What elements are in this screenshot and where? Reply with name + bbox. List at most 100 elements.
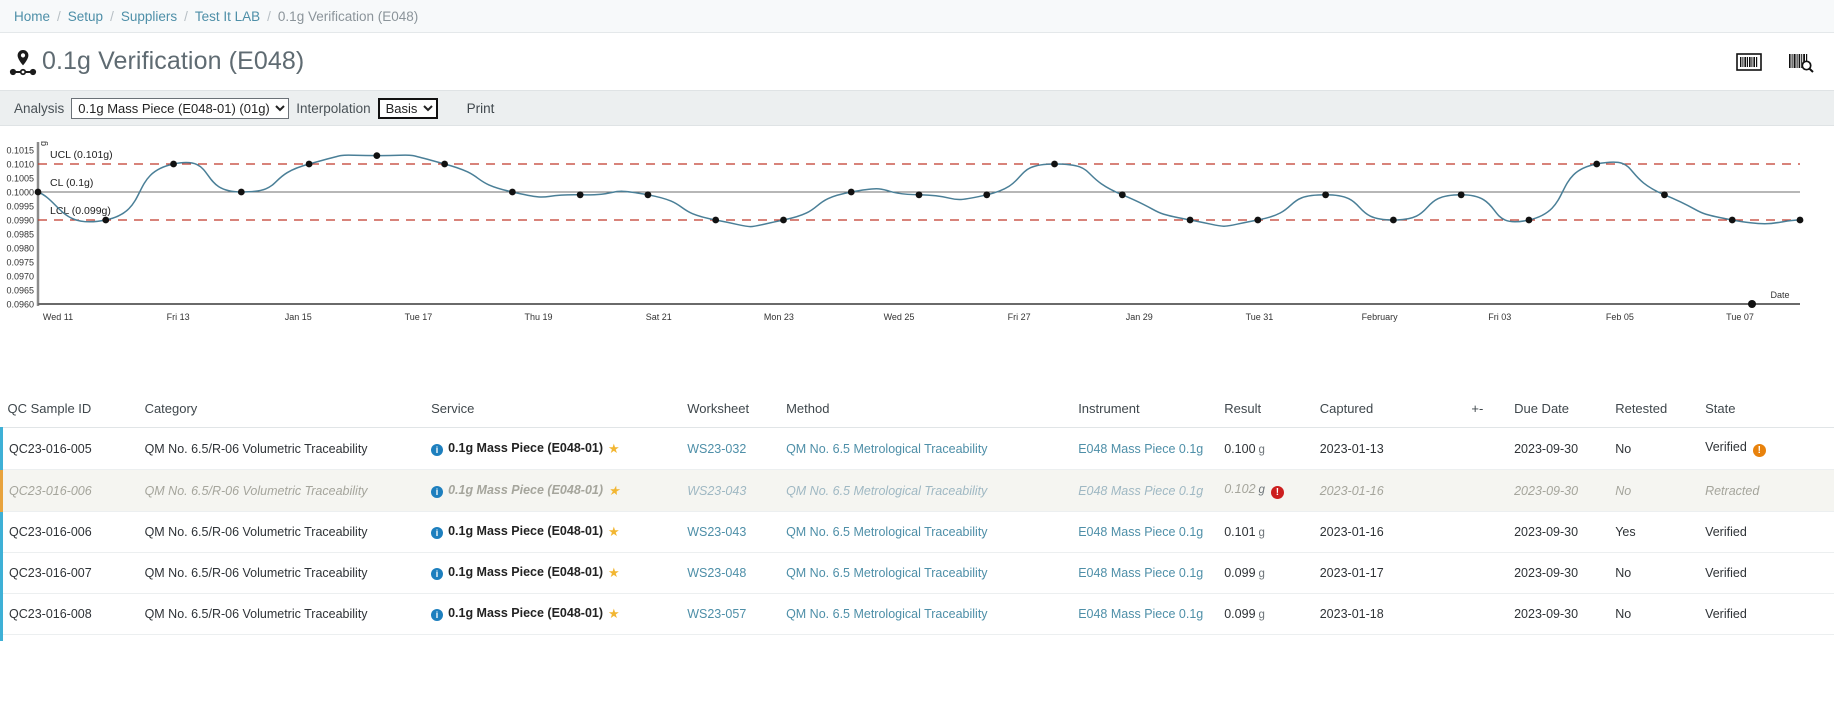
table-row[interactable]: QC23-016-008QM No. 6.5/R-06 Volumetric T… bbox=[2, 594, 1834, 635]
y-tick-label: 0.1005 bbox=[6, 174, 34, 184]
info-icon[interactable]: i bbox=[431, 527, 443, 539]
cell-plus-minus bbox=[1465, 428, 1508, 470]
cell-due-date: 2023-09-30 bbox=[1508, 594, 1609, 635]
interpolation-select[interactable]: Basis bbox=[378, 98, 438, 119]
breadcrumb-item-1[interactable]: Home bbox=[14, 9, 50, 24]
data-point[interactable] bbox=[1051, 161, 1058, 168]
data-point[interactable] bbox=[170, 161, 177, 168]
y-axis-title: g bbox=[38, 141, 48, 146]
breadcrumb-item-4[interactable]: Test It LAB bbox=[195, 9, 260, 24]
data-point[interactable] bbox=[35, 189, 42, 196]
data-point[interactable] bbox=[1119, 191, 1126, 198]
info-icon[interactable]: i bbox=[431, 568, 443, 580]
cell-service: i0.1g Mass Piece (E048-01)★ bbox=[425, 470, 681, 512]
data-point[interactable] bbox=[1254, 217, 1261, 224]
data-point[interactable] bbox=[1390, 217, 1397, 224]
column-header-state[interactable]: State bbox=[1699, 391, 1834, 428]
column-header-qc-sample-id[interactable]: QC Sample ID bbox=[2, 391, 139, 428]
cell-instrument: E048 Mass Piece 0.1g bbox=[1072, 594, 1218, 635]
method-link[interactable]: QM No. 6.5 Metrological Traceability bbox=[786, 484, 987, 498]
column-header-captured[interactable]: Captured bbox=[1314, 391, 1466, 428]
star-icon: ★ bbox=[608, 441, 620, 456]
data-point[interactable] bbox=[441, 161, 448, 168]
cell-captured: 2023-01-13 bbox=[1314, 428, 1466, 470]
data-point[interactable] bbox=[1526, 217, 1533, 224]
data-point[interactable] bbox=[577, 191, 584, 198]
data-point[interactable] bbox=[1729, 217, 1736, 224]
table-row[interactable]: QC23-016-007QM No. 6.5/R-06 Volumetric T… bbox=[2, 553, 1834, 594]
print-button[interactable]: Print bbox=[467, 101, 495, 116]
barcode-icon[interactable] bbox=[1736, 51, 1762, 73]
method-link[interactable]: QM No. 6.5 Metrological Traceability bbox=[786, 566, 987, 580]
breadcrumb-item-2[interactable]: Setup bbox=[68, 9, 103, 24]
worksheet-link[interactable]: WS23-057 bbox=[687, 607, 746, 621]
info-icon[interactable]: i bbox=[431, 444, 443, 456]
column-header-due-date[interactable]: Due Date bbox=[1508, 391, 1609, 428]
cell-state: Verified bbox=[1699, 594, 1834, 635]
worksheet-link[interactable]: WS23-048 bbox=[687, 566, 746, 580]
instrument-link[interactable]: E048 Mass Piece 0.1g bbox=[1078, 484, 1203, 498]
column-header-instrument[interactable]: Instrument bbox=[1072, 391, 1218, 428]
data-point[interactable] bbox=[645, 191, 652, 198]
cell-qc-sample-id: QC23-016-006 bbox=[2, 470, 139, 512]
data-point[interactable] bbox=[916, 191, 923, 198]
info-icon[interactable]: i bbox=[431, 609, 443, 621]
data-point[interactable] bbox=[712, 217, 719, 224]
data-point[interactable] bbox=[1187, 217, 1194, 224]
data-point[interactable] bbox=[1661, 191, 1668, 198]
instrument-link[interactable]: E048 Mass Piece 0.1g bbox=[1078, 442, 1203, 456]
data-point[interactable] bbox=[780, 217, 787, 224]
x-tick-label: Tue 07 bbox=[1726, 312, 1754, 322]
cell-method: QM No. 6.5 Metrological Traceability bbox=[780, 428, 1072, 470]
data-point[interactable] bbox=[306, 161, 313, 168]
data-point[interactable] bbox=[102, 217, 109, 224]
data-point[interactable] bbox=[509, 189, 516, 196]
method-link[interactable]: QM No. 6.5 Metrological Traceability bbox=[786, 525, 987, 539]
method-link[interactable]: QM No. 6.5 Metrological Traceability bbox=[786, 607, 987, 621]
cell-category: QM No. 6.5/R-06 Volumetric Traceability bbox=[139, 553, 426, 594]
instrument-link[interactable]: E048 Mass Piece 0.1g bbox=[1078, 566, 1203, 580]
x-tick-label: Fri 27 bbox=[1008, 312, 1031, 322]
column-header-plus-minus[interactable]: +- bbox=[1465, 391, 1508, 428]
worksheet-link[interactable]: WS23-043 bbox=[687, 484, 746, 498]
data-point[interactable] bbox=[373, 152, 380, 159]
column-header-service[interactable]: Service bbox=[425, 391, 681, 428]
y-tick-label: 0.0990 bbox=[6, 216, 34, 226]
data-point[interactable] bbox=[983, 191, 990, 198]
y-tick-label: 0.0960 bbox=[6, 300, 34, 310]
cell-category: QM No. 6.5/R-06 Volumetric Traceability bbox=[139, 512, 426, 553]
barcode-scan-icon[interactable] bbox=[1788, 51, 1816, 73]
column-header-result[interactable]: Result bbox=[1218, 391, 1314, 428]
table-row[interactable]: QC23-016-005QM No. 6.5/R-06 Volumetric T… bbox=[2, 428, 1834, 470]
control-chart: 0.10150.10100.10050.10000.09950.09900.09… bbox=[0, 126, 1834, 391]
instrument-link[interactable]: E048 Mass Piece 0.1g bbox=[1078, 607, 1203, 621]
cell-result: 0.101g bbox=[1218, 512, 1314, 553]
instrument-link[interactable]: E048 Mass Piece 0.1g bbox=[1078, 525, 1203, 539]
column-header-method[interactable]: Method bbox=[780, 391, 1072, 428]
data-point[interactable] bbox=[848, 189, 855, 196]
result-unit: g bbox=[1259, 527, 1265, 539]
cell-service: i0.1g Mass Piece (E048-01)★ bbox=[425, 428, 681, 470]
table-row[interactable]: QC23-016-006QM No. 6.5/R-06 Volumetric T… bbox=[2, 512, 1834, 553]
breadcrumb-item-3[interactable]: Suppliers bbox=[121, 9, 177, 24]
cell-plus-minus bbox=[1465, 470, 1508, 512]
info-icon[interactable]: i bbox=[431, 486, 443, 498]
column-header-category[interactable]: Category bbox=[139, 391, 426, 428]
analysis-select[interactable]: 0.1g Mass Piece (E048-01) (01g) bbox=[71, 98, 289, 119]
cell-captured: 2023-01-18 bbox=[1314, 594, 1466, 635]
breadcrumb-separator: / bbox=[184, 9, 188, 24]
cell-category: QM No. 6.5/R-06 Volumetric Traceability bbox=[139, 594, 426, 635]
column-header-worksheet[interactable]: Worksheet bbox=[681, 391, 780, 428]
data-point[interactable] bbox=[1322, 191, 1329, 198]
table-row[interactable]: QC23-016-006QM No. 6.5/R-06 Volumetric T… bbox=[2, 470, 1834, 512]
data-point[interactable] bbox=[238, 189, 245, 196]
series-line bbox=[38, 155, 1800, 226]
method-link[interactable]: QM No. 6.5 Metrological Traceability bbox=[786, 442, 987, 456]
cell-retested: Yes bbox=[1609, 512, 1699, 553]
data-point[interactable] bbox=[1593, 161, 1600, 168]
data-point[interactable] bbox=[1458, 191, 1465, 198]
data-point[interactable] bbox=[1797, 217, 1804, 224]
column-header-retested[interactable]: Retested bbox=[1609, 391, 1699, 428]
worksheet-link[interactable]: WS23-043 bbox=[687, 525, 746, 539]
worksheet-link[interactable]: WS23-032 bbox=[687, 442, 746, 456]
